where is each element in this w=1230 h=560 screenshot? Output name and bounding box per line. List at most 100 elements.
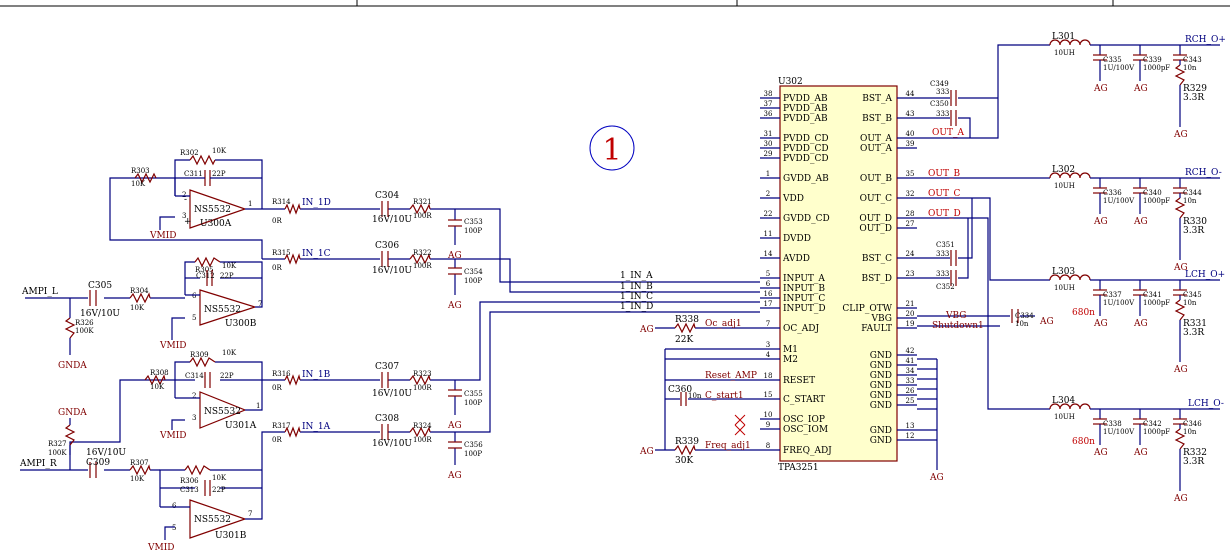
svg-text:GVDD_AB: GVDD_AB: [783, 174, 829, 184]
net-reset: Reset_AMP: [705, 371, 757, 381]
svg-text:1: 1: [766, 170, 770, 178]
svg-text:R307: R307: [130, 459, 149, 467]
svg-text:+: +: [184, 217, 192, 227]
net-c-start: C_start1: [705, 391, 744, 401]
svg-text:16V/10U: 16V/10U: [86, 448, 126, 458]
svg-text:VDD: VDD: [782, 194, 804, 204]
svg-text:16V/10U: 16V/10U: [372, 389, 412, 399]
chip-u302: U302 TPA3251 38 PVDD_AB37 PVDD_AB36 PVDD_AB…: [760, 77, 917, 473]
resistor-r322: R322 100R: [409, 249, 432, 270]
svg-text:100R: 100R: [413, 384, 432, 392]
svg-text:26: 26: [906, 387, 915, 395]
svg-text:10K: 10K: [212, 147, 227, 155]
svg-text:0R: 0R: [272, 436, 282, 444]
svg-text:L303: L303: [1052, 267, 1075, 277]
opamp-u301b: NS5532 U301B 6 5 7: [172, 499, 252, 541]
svg-text:1U/100V: 1U/100V: [1103, 299, 1135, 307]
svg-text:36: 36: [764, 110, 773, 118]
svg-text:333: 333: [936, 250, 949, 258]
resistor-r302: R302 10K: [180, 147, 227, 166]
svg-text:GND: GND: [870, 391, 892, 401]
svg-text:C342: C342: [1143, 420, 1162, 428]
svg-text:1000pF: 1000pF: [1143, 299, 1170, 307]
svg-text:10K: 10K: [222, 349, 237, 357]
svg-text:VBG: VBG: [871, 314, 892, 324]
svg-text:M1: M1: [783, 345, 798, 355]
svg-text:5: 5: [766, 270, 770, 278]
svg-text:PVDD_CD: PVDD_CD: [783, 154, 829, 164]
resistor-r317: R317 0R: [272, 422, 301, 444]
svg-text:3.3R: 3.3R: [1183, 226, 1204, 236]
svg-text:17: 17: [764, 300, 773, 308]
vmid-label-4: VMID: [147, 543, 175, 553]
svg-text:27: 27: [906, 220, 915, 228]
svg-text:AG: AG: [1173, 130, 1188, 140]
svg-text:C305: C305: [88, 281, 112, 291]
svg-text:U301B: U301B: [215, 531, 247, 541]
net-out-c: OUT_C: [928, 189, 960, 199]
svg-text:0R: 0R: [272, 264, 282, 272]
svg-text:100K: 100K: [48, 449, 67, 457]
svg-text:PVDD_AB: PVDD_AB: [783, 104, 828, 114]
ag-label-oc: AG: [639, 325, 654, 335]
svg-text:GNDA: GNDA: [58, 408, 87, 418]
capacitor-c360: C36010n: [668, 385, 702, 406]
svg-text:C307: C307: [375, 362, 399, 372]
svg-text:R304: R304: [130, 287, 149, 295]
svg-text:10: 10: [764, 411, 773, 419]
svg-text:21: 21: [906, 300, 915, 308]
svg-text:8: 8: [766, 442, 770, 450]
svg-text:OSC_IOP: OSC_IOP: [783, 415, 825, 425]
svg-text:GNDA: GNDA: [58, 361, 87, 371]
svg-text:AG: AG: [1133, 448, 1148, 458]
svg-text:100R: 100R: [413, 436, 432, 444]
svg-text:FAULT: FAULT: [861, 324, 892, 334]
svg-text:C349: C349: [930, 80, 949, 88]
svg-text:43: 43: [906, 110, 915, 118]
svg-text:L304: L304: [1052, 396, 1075, 406]
net-1-in-b: 1_IN_B: [620, 282, 653, 292]
svg-text:C339: C339: [1143, 56, 1162, 64]
svg-text:23: 23: [906, 270, 915, 278]
resistor-r309: R309 10K: [189, 349, 237, 368]
svg-text:OUT_A: OUT_A: [860, 144, 892, 154]
svg-text:35: 35: [906, 170, 915, 178]
svg-text:R321: R321: [413, 198, 432, 206]
svg-text:OUT_D: OUT_D: [859, 214, 892, 224]
svg-text:16V/10U: 16V/10U: [372, 215, 412, 225]
svg-text:C314: C314: [185, 372, 204, 380]
net-ampi-l: AMPI_L: [21, 287, 58, 297]
svg-text:R322: R322: [413, 249, 432, 257]
capacitor-c353: C353100P AG: [447, 209, 483, 261]
svg-text:BST_D: BST_D: [862, 274, 893, 284]
svg-text:16: 16: [764, 290, 773, 298]
svg-text:10UH: 10UH: [1054, 413, 1075, 421]
svg-text:NS5532: NS5532: [194, 515, 231, 525]
svg-text:AG: AG: [1093, 448, 1108, 458]
svg-text:30: 30: [764, 140, 773, 148]
svg-text:AVDD: AVDD: [782, 254, 810, 264]
svg-text:9: 9: [766, 421, 770, 429]
title-strip: [0, 0, 1230, 7]
svg-text:AG: AG: [1039, 317, 1054, 327]
svg-text:10n: 10n: [688, 392, 702, 400]
svg-text:C343: C343: [1183, 56, 1202, 64]
svg-text:PVDD_AB: PVDD_AB: [783, 114, 828, 124]
opamp-u301a: NS5532 U301A 2 3 1: [192, 391, 260, 431]
svg-text:AG: AG: [1093, 217, 1108, 227]
svg-text:28: 28: [906, 210, 915, 218]
svg-text:U300A: U300A: [200, 219, 232, 229]
net-out-d: OUT_D: [928, 209, 961, 219]
svg-text:NS5532: NS5532: [204, 407, 241, 417]
svg-text:680n: 680n: [1072, 437, 1095, 447]
svg-text:C338: C338: [1103, 420, 1122, 428]
svg-text:680n: 680n: [1072, 308, 1095, 318]
svg-text:10K: 10K: [130, 304, 145, 312]
svg-text:AG: AG: [1093, 319, 1108, 329]
resistor-r339: R339 30K: [674, 437, 699, 466]
svg-text:R314: R314: [272, 198, 291, 206]
svg-text:R339: R339: [675, 437, 699, 447]
capacitor-c355: C355100P AG: [447, 380, 483, 431]
chip-ref: U302: [778, 77, 803, 87]
vmid-label-2: VMID: [159, 341, 187, 351]
